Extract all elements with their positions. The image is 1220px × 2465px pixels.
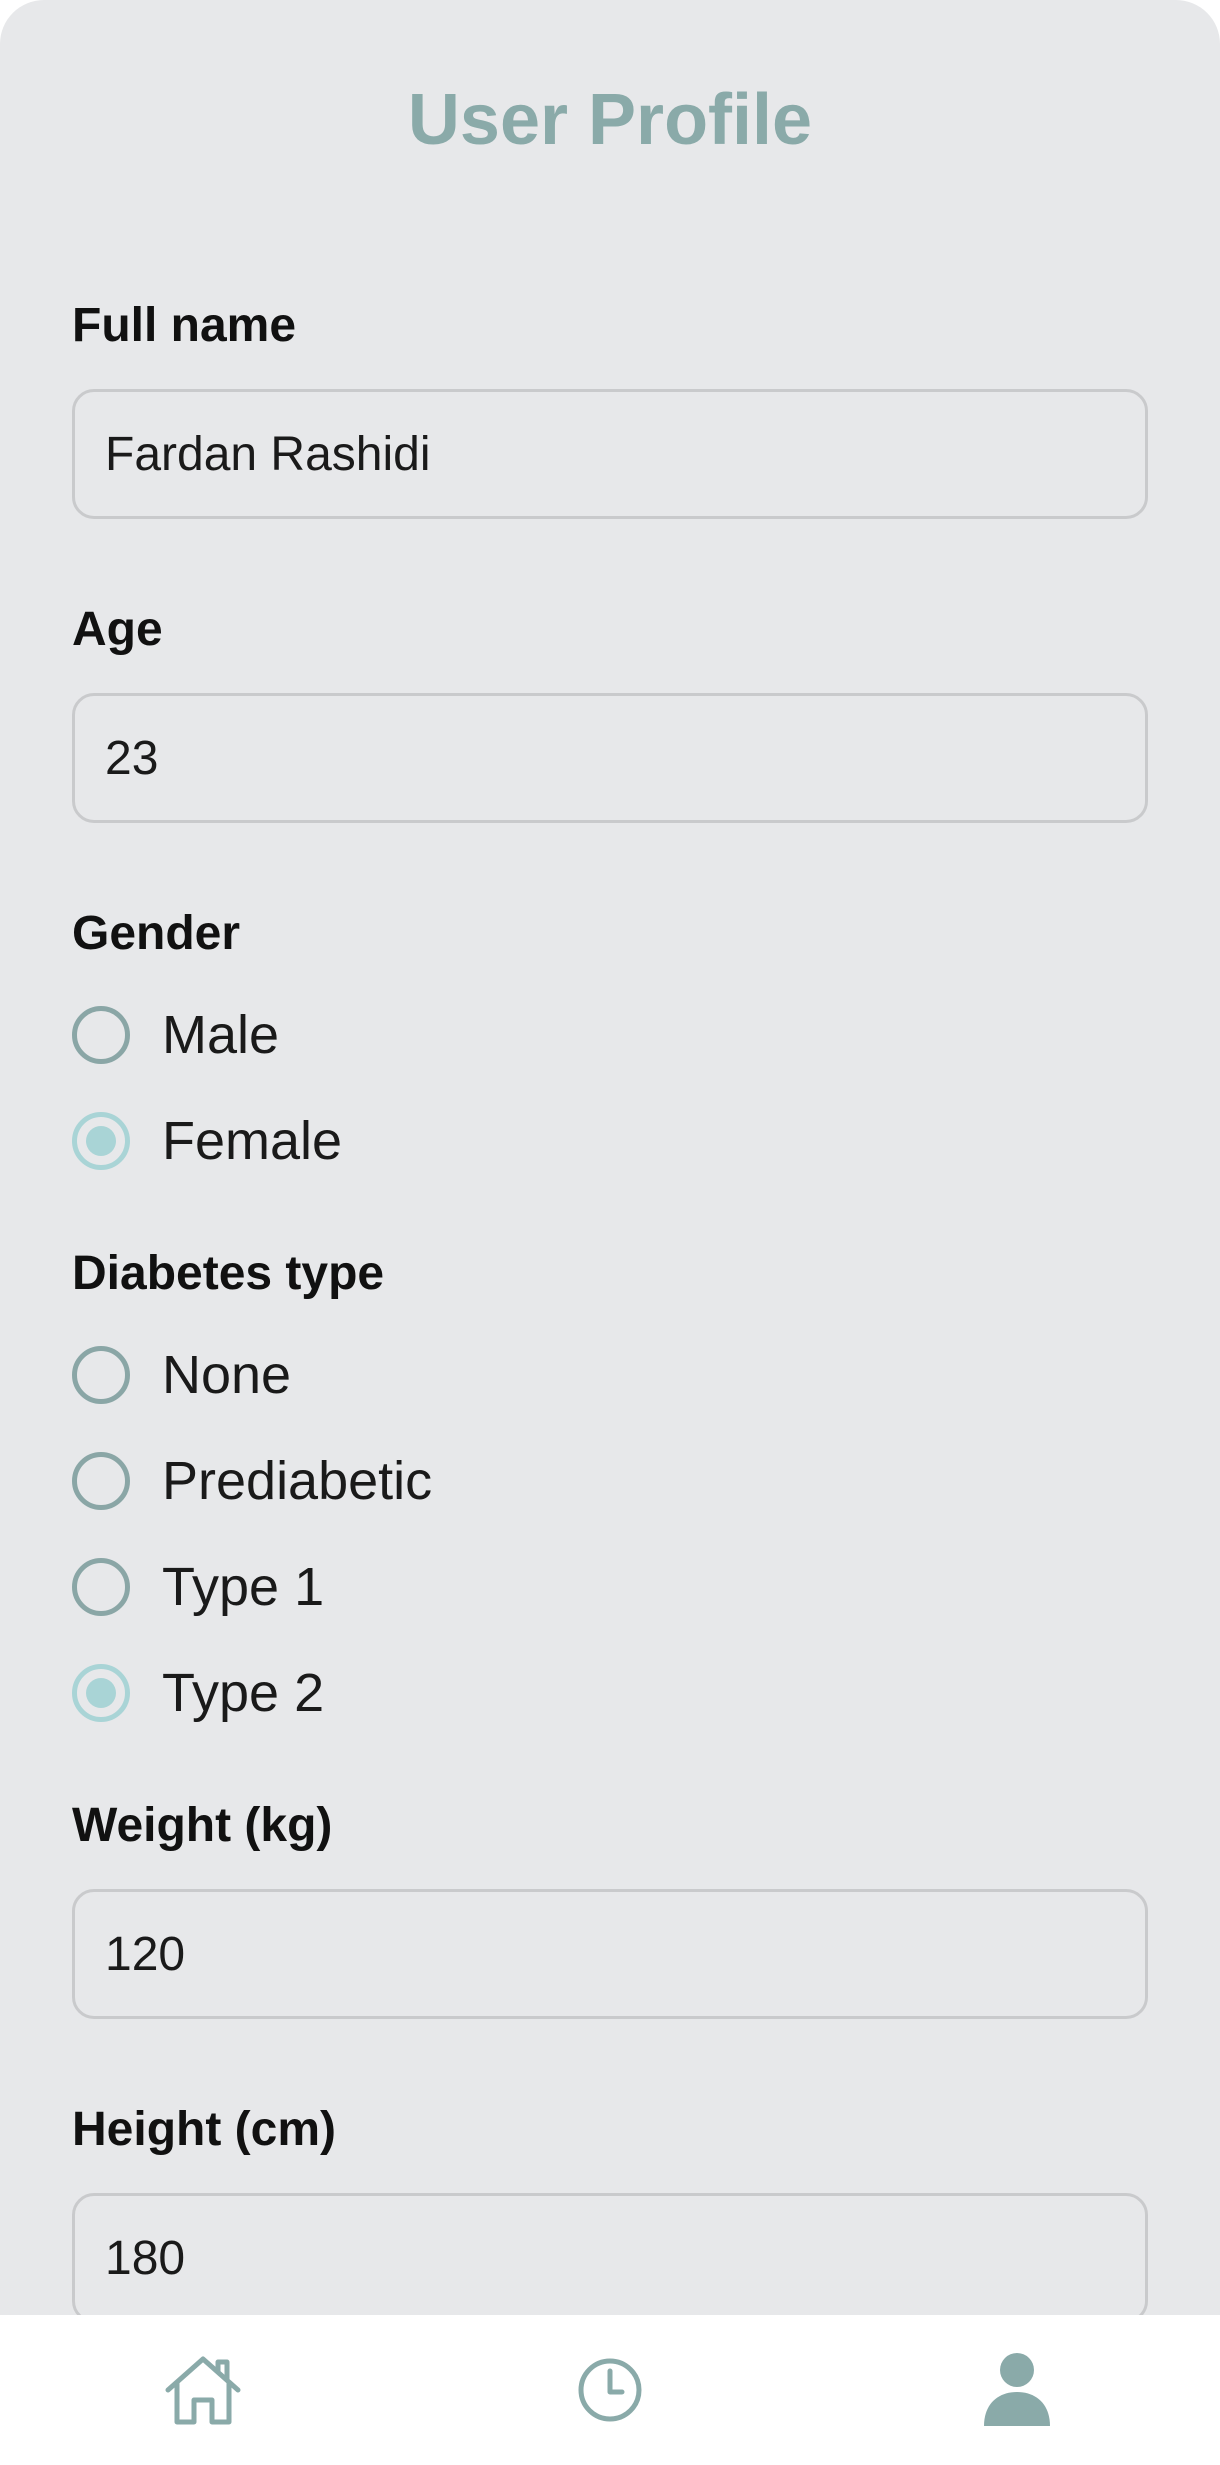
radio-label-male: Male	[162, 1005, 280, 1065]
full-name-input[interactable]	[75, 392, 1145, 516]
profile-screen: User Profile Full name Age Gender Male F…	[0, 0, 1220, 2465]
diabetes-type-label: Diabetes type	[72, 1247, 385, 1300]
radio-prediabetic[interactable]	[72, 1452, 130, 1510]
diabetes-option-prediabetic[interactable]: Prediabetic	[72, 1449, 432, 1513]
person-icon	[984, 2353, 1050, 2426]
radio-label-type2: Type 2	[162, 1663, 325, 1723]
radio-male[interactable]	[72, 1006, 130, 1064]
weight-label: Weight (kg)	[72, 1799, 333, 1852]
radio-none[interactable]	[72, 1346, 130, 1404]
radio-type1[interactable]	[72, 1558, 130, 1616]
bottom-nav	[0, 2315, 1220, 2465]
height-field[interactable]	[72, 2193, 1148, 2323]
nav-history[interactable]	[540, 2315, 680, 2465]
home-icon	[165, 2356, 241, 2425]
full-name-field[interactable]	[72, 389, 1148, 519]
radio-type2[interactable]	[72, 1664, 130, 1722]
gender-option-male[interactable]: Male	[72, 1003, 279, 1067]
radio-label-type1: Type 1	[162, 1557, 325, 1617]
age-field[interactable]	[72, 693, 1148, 823]
radio-label-female: Female	[162, 1111, 343, 1171]
radio-female[interactable]	[72, 1112, 130, 1170]
diabetes-option-type2[interactable]: Type 2	[72, 1661, 324, 1725]
nav-home[interactable]	[133, 2315, 273, 2465]
gender-label: Gender	[72, 907, 241, 960]
full-name-label: Full name	[72, 299, 297, 352]
weight-input[interactable]	[75, 1892, 1145, 2016]
height-label: Height (cm)	[72, 2103, 336, 2156]
diabetes-option-type1[interactable]: Type 1	[72, 1555, 324, 1619]
age-input[interactable]	[75, 696, 1145, 820]
clock-icon	[578, 2358, 642, 2422]
page-title: User Profile	[407, 80, 813, 160]
radio-label-prediabetic: Prediabetic	[162, 1451, 433, 1511]
weight-field[interactable]	[72, 1889, 1148, 2019]
height-input[interactable]	[75, 2196, 1145, 2320]
age-label: Age	[72, 603, 163, 656]
gender-option-female[interactable]: Female	[72, 1109, 342, 1173]
diabetes-option-none[interactable]: None	[72, 1343, 291, 1407]
nav-profile[interactable]	[947, 2315, 1087, 2465]
radio-label-none: None	[162, 1345, 292, 1405]
